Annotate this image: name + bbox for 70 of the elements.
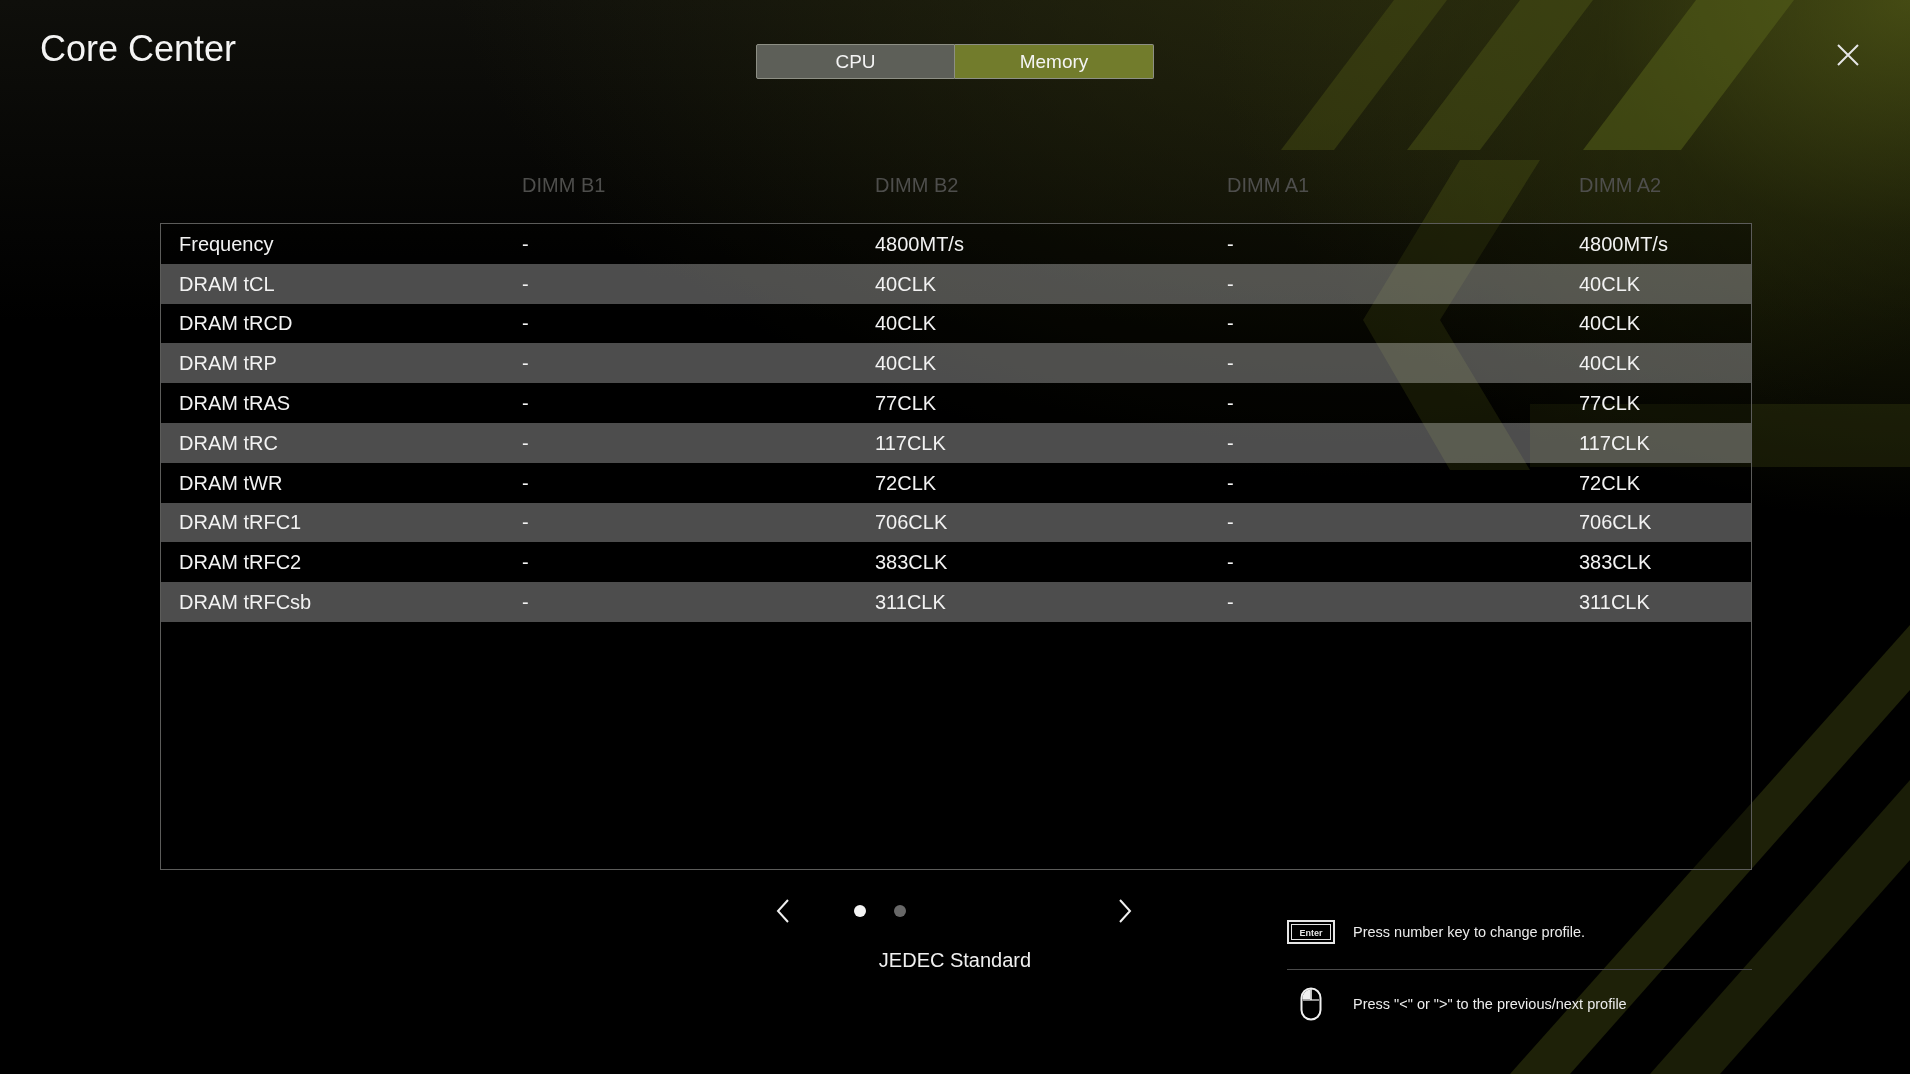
table-cell: - xyxy=(1227,590,1234,615)
row-label: DRAM tRFC2 xyxy=(178,550,302,575)
table-cell: - xyxy=(1227,311,1234,336)
table-cell: - xyxy=(1227,231,1234,256)
hint-text: Press number key to change profile. xyxy=(1353,923,1586,941)
row-label: DRAM tRCD xyxy=(178,311,293,336)
column-header: DIMM B2 xyxy=(875,173,959,198)
row-label: Frequency xyxy=(178,231,274,256)
table-cell: - xyxy=(1227,351,1234,376)
row-label: DRAM tCL xyxy=(178,271,275,296)
column-header: DIMM A2 xyxy=(1579,173,1662,198)
row-label: DRAM tRFCsb xyxy=(178,590,312,615)
keycap: Enter xyxy=(1287,920,1335,944)
table-cell: 117CLK xyxy=(875,430,946,455)
table-cell: - xyxy=(522,470,529,495)
chevron-right-icon xyxy=(1118,899,1132,923)
page-dot-icon[interactable] xyxy=(894,905,906,917)
row-label: DRAM tRC xyxy=(178,430,278,455)
table-cell: - xyxy=(522,231,529,256)
table-cell: - xyxy=(1227,470,1234,495)
table-cell: 40CLK xyxy=(1579,271,1641,296)
table-cell: - xyxy=(522,391,529,416)
close-icon xyxy=(1837,44,1859,66)
row-label: DRAM tWR xyxy=(178,470,283,495)
profile-name: JEDEC Standard xyxy=(878,948,1032,972)
tab[interactable]: CPU xyxy=(756,44,955,79)
table-cell: 72CLK xyxy=(875,470,937,495)
table-cell: 72CLK xyxy=(1579,470,1641,495)
table-cell: 706CLK xyxy=(1579,510,1652,535)
table-cell: - xyxy=(522,351,529,376)
row-label: DRAM tRFC1 xyxy=(178,510,302,535)
table-cell: - xyxy=(1227,430,1234,455)
table-cell: - xyxy=(522,590,529,615)
column-header: DIMM A1 xyxy=(1227,173,1310,198)
table-cell: 40CLK xyxy=(875,271,937,296)
table-cell: 40CLK xyxy=(875,351,937,376)
table-cell: 40CLK xyxy=(875,311,937,336)
hint-text: Press "<" or ">" to the previous/next profile xyxy=(1353,995,1627,1013)
close-button[interactable] xyxy=(1837,44,1859,66)
table-cell: - xyxy=(1227,510,1234,535)
table-cell: - xyxy=(1227,391,1234,416)
previous-button[interactable] xyxy=(775,898,791,924)
tab[interactable]: Memory xyxy=(955,44,1154,79)
table-cell: 4800MT/s xyxy=(875,231,964,256)
table-cell: - xyxy=(1227,550,1234,575)
table-cell: 77CLK xyxy=(1579,391,1641,416)
chevron-left-icon xyxy=(776,899,790,923)
table-cell: 311CLK xyxy=(875,590,946,615)
table-cell: - xyxy=(522,550,529,575)
table-cell: 4800MT/s xyxy=(1579,231,1668,256)
window-title: Core Center xyxy=(40,28,237,70)
table-cell: 383CLK xyxy=(875,550,948,575)
table-cell: - xyxy=(522,311,529,336)
next-button[interactable] xyxy=(1117,898,1133,924)
table-cell: - xyxy=(522,271,529,296)
table-cell: 40CLK xyxy=(1579,311,1641,336)
mouse-icon xyxy=(1300,987,1322,1021)
row-label: DRAM tRAS xyxy=(178,391,291,416)
table-cell: 117CLK xyxy=(1579,430,1650,455)
table-cell: - xyxy=(1227,271,1234,296)
table-cell: 77CLK xyxy=(875,391,937,416)
table-cell: 311CLK xyxy=(1579,590,1650,615)
table-cell: 383CLK xyxy=(1579,550,1652,575)
table-cell: - xyxy=(522,430,529,455)
table-cell: - xyxy=(522,510,529,535)
column-header: DIMM B1 xyxy=(522,173,606,198)
page-dot-icon[interactable] xyxy=(854,905,866,917)
table-cell: 706CLK xyxy=(875,510,948,535)
table-cell: 40CLK xyxy=(1579,351,1641,376)
row-label: DRAM tRP xyxy=(178,351,277,376)
